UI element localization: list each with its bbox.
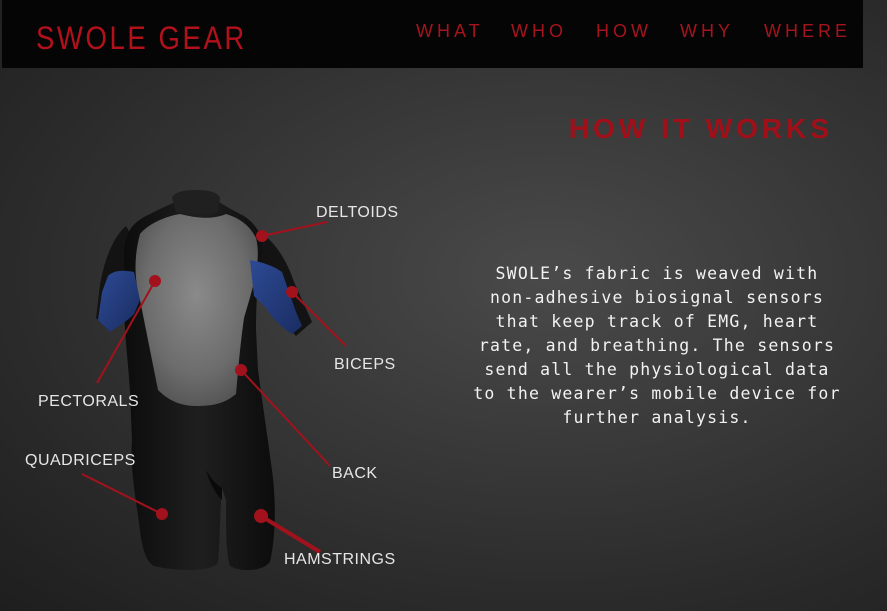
- nav-link-how[interactable]: HOW: [596, 21, 652, 42]
- pectorals-sensor-dot: [149, 275, 161, 287]
- wetsuit-image: [96, 190, 312, 571]
- how-it-works-description: SWOLE’s fabric is weaved with non-adhesi…: [473, 264, 841, 427]
- label-back: BACK: [332, 465, 378, 482]
- nav-link-where[interactable]: WHERE: [764, 21, 851, 42]
- label-hamstrings: HAMSTRINGS: [284, 551, 396, 568]
- deltoids-sensor-dot: [256, 230, 268, 242]
- back-sensor-dot: [235, 364, 247, 376]
- biceps-sensor-dot: [286, 286, 298, 298]
- section-title: HOW IT WORKS: [568, 113, 833, 144]
- nav-link-who[interactable]: WHO: [511, 21, 567, 42]
- nav-link-why[interactable]: WHY: [680, 21, 734, 42]
- hamstrings-sensor-dot: [254, 509, 268, 523]
- quadriceps-sensor-dot: [156, 508, 168, 520]
- label-pectorals: PECTORALS: [38, 393, 139, 410]
- label-quadriceps: QUADRICEPS: [25, 452, 136, 469]
- label-deltoids: DELTOIDS: [316, 204, 399, 221]
- wetsuit-sensor-diagram: DELTOIDS BICEPS PECTORALS BACK QUADRICEP…: [25, 190, 399, 571]
- label-biceps: BICEPS: [334, 356, 396, 373]
